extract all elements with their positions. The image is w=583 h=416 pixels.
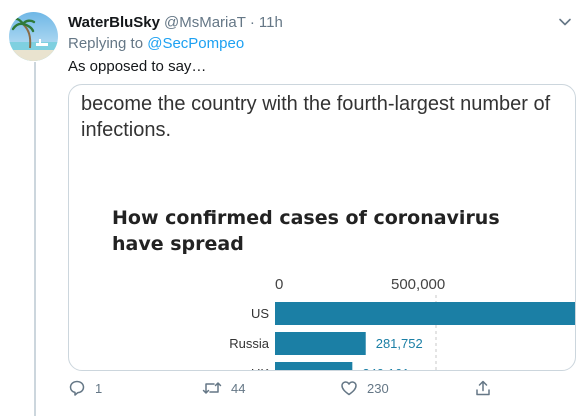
data-label: 281,752 — [376, 336, 423, 351]
bar — [275, 332, 366, 355]
like-icon — [341, 381, 357, 396]
category-label: UK — [251, 366, 269, 371]
share-button[interactable] — [474, 379, 501, 397]
chart-title: How confirmed cases of coronavirus have … — [112, 207, 500, 255]
like-button[interactable]: 230 — [340, 379, 389, 397]
x-tick-label: 500,000 — [391, 276, 445, 293]
replying-to: Replying to @SecPompeo — [68, 35, 244, 52]
category-label: US — [251, 306, 269, 321]
like-count: 230 — [367, 380, 389, 396]
avatar[interactable] — [9, 12, 58, 61]
retweet-count: 44 — [231, 380, 246, 396]
x-tick-label: 0 — [275, 276, 283, 293]
bar — [275, 302, 575, 325]
separator-dot: · — [249, 13, 255, 31]
media-image[interactable]: become the country with the fourth-large… — [68, 84, 576, 371]
action-bar: 1 44 230 — [0, 376, 583, 406]
share-icon — [476, 380, 490, 396]
timestamp[interactable]: 11h — [259, 14, 283, 31]
mention-link[interactable]: @SecPompeo — [147, 35, 244, 52]
category-label: Russia — [229, 336, 270, 351]
bar-chart: 0500,000US1,467,820Russia281,752UK240,16… — [229, 276, 575, 371]
reply-icon — [69, 380, 85, 396]
data-label: 240,161 — [362, 366, 409, 371]
user-handle[interactable]: @MsMariaT — [164, 14, 246, 31]
tweet-header: WaterBluSky @MsMariaT · 11h — [68, 12, 283, 32]
article-text: become the country with the fourth-large… — [81, 93, 551, 141]
replying-prefix: Replying to — [68, 35, 148, 52]
retweet-icon — [202, 382, 222, 394]
retweet-button[interactable]: 44 — [202, 379, 245, 397]
reply-count: 1 — [95, 380, 103, 396]
thread-line — [34, 62, 36, 416]
reply-button[interactable]: 1 — [68, 379, 102, 397]
chevron-down-icon[interactable] — [557, 14, 573, 30]
tweet[interactable]: WaterBluSky @MsMariaT · 11h Replying to … — [0, 0, 583, 416]
bar — [275, 362, 353, 370]
tweet-text: As opposed to say… — [68, 58, 207, 75]
display-name[interactable]: WaterBluSky — [68, 14, 160, 31]
